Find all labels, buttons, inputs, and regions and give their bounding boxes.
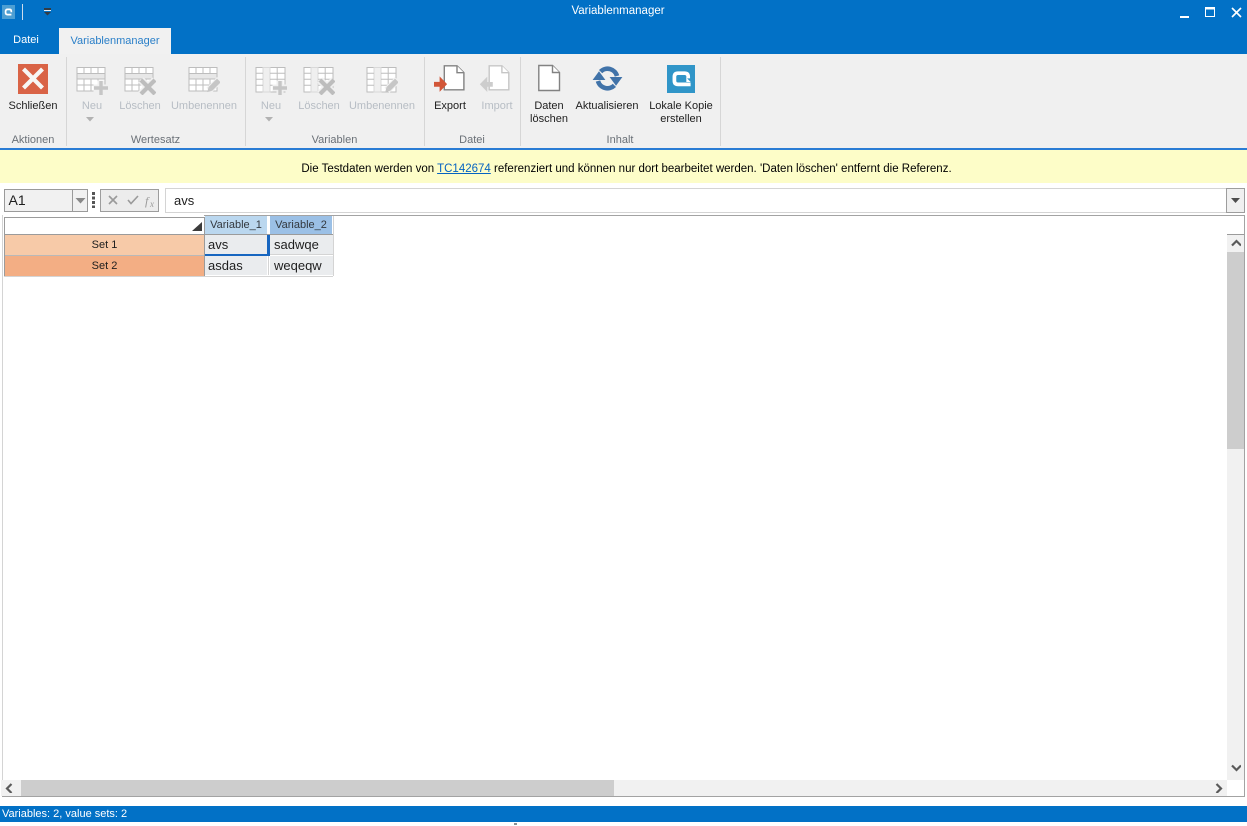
- svg-text:x: x: [149, 199, 154, 208]
